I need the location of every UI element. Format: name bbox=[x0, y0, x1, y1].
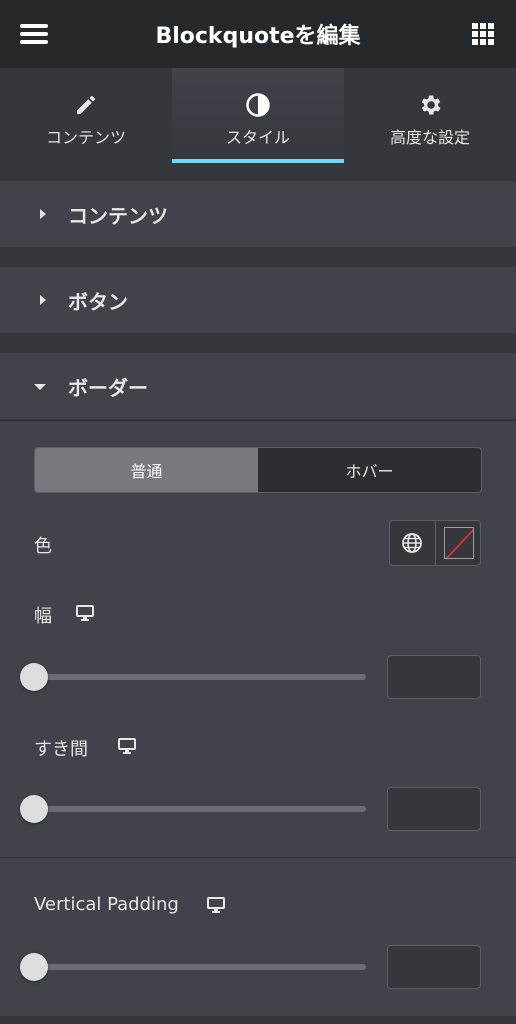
border-section-body bbox=[0, 420, 516, 1016]
gap-input[interactable] bbox=[387, 787, 481, 831]
section-border-label: ボーダー bbox=[68, 375, 148, 400]
vertical-padding-slider-track[interactable] bbox=[34, 964, 366, 970]
vertical-padding-slider-handle[interactable] bbox=[20, 953, 48, 981]
section-content[interactable]: コンテンツ bbox=[0, 181, 516, 247]
tab-normal-state[interactable]: 普通 bbox=[35, 448, 258, 492]
vertical-padding-input[interactable] bbox=[387, 945, 481, 989]
editor-header: Blockquoteを編集 bbox=[0, 0, 516, 68]
desktop-icon[interactable] bbox=[76, 605, 94, 621]
gear-icon bbox=[417, 92, 443, 118]
color-picker bbox=[389, 520, 481, 566]
tab-style[interactable]: スタイル bbox=[172, 68, 344, 164]
section-content-label: コンテンツ bbox=[68, 203, 168, 228]
caret-down-icon bbox=[34, 384, 46, 390]
tab-advanced-label: 高度な設定 bbox=[389, 128, 470, 147]
desktop-icon[interactable] bbox=[118, 738, 136, 754]
section-border[interactable]: ボーダー bbox=[0, 353, 516, 419]
tab-content-label: コンテンツ bbox=[45, 128, 126, 147]
section-button[interactable]: ボタン bbox=[0, 267, 516, 333]
tab-hover-state[interactable]: ホバー bbox=[258, 448, 481, 492]
pencil-icon bbox=[73, 92, 99, 118]
panel-bottom-edge bbox=[0, 1016, 516, 1024]
color-label: 色 bbox=[34, 536, 52, 557]
panel-tabs: コンテンツ スタイル 高度な設定 bbox=[0, 68, 516, 164]
width-slider-track[interactable] bbox=[34, 674, 366, 680]
gap-slider-track[interactable] bbox=[34, 806, 366, 812]
panel-title: Blockquoteを編集 bbox=[155, 24, 361, 49]
section-button-label: ボタン bbox=[68, 289, 128, 314]
grid-apps-icon[interactable] bbox=[472, 23, 494, 45]
caret-right-icon bbox=[40, 295, 46, 305]
width-slider-handle[interactable] bbox=[20, 663, 48, 691]
caret-right-icon bbox=[40, 209, 46, 219]
width-input[interactable] bbox=[387, 655, 481, 699]
half-circle-contrast-icon bbox=[245, 92, 271, 118]
tab-style-label: スタイル bbox=[225, 128, 290, 147]
gap-label: すき間 bbox=[34, 739, 88, 760]
divider bbox=[0, 857, 516, 858]
globe-icon[interactable] bbox=[390, 521, 436, 565]
color-swatch[interactable] bbox=[436, 521, 481, 565]
gap-slider-handle[interactable] bbox=[20, 795, 48, 823]
hamburger-menu-icon[interactable] bbox=[20, 24, 48, 44]
vertical-padding-label: Vertical Padding bbox=[34, 894, 179, 915]
tab-content[interactable]: コンテンツ bbox=[0, 68, 172, 164]
desktop-icon[interactable] bbox=[207, 897, 225, 913]
width-label: 幅 bbox=[34, 606, 52, 627]
tab-advanced[interactable]: 高度な設定 bbox=[344, 68, 516, 164]
no-color-icon bbox=[443, 527, 474, 559]
state-toggle: 普通 ホバー bbox=[34, 447, 482, 493]
